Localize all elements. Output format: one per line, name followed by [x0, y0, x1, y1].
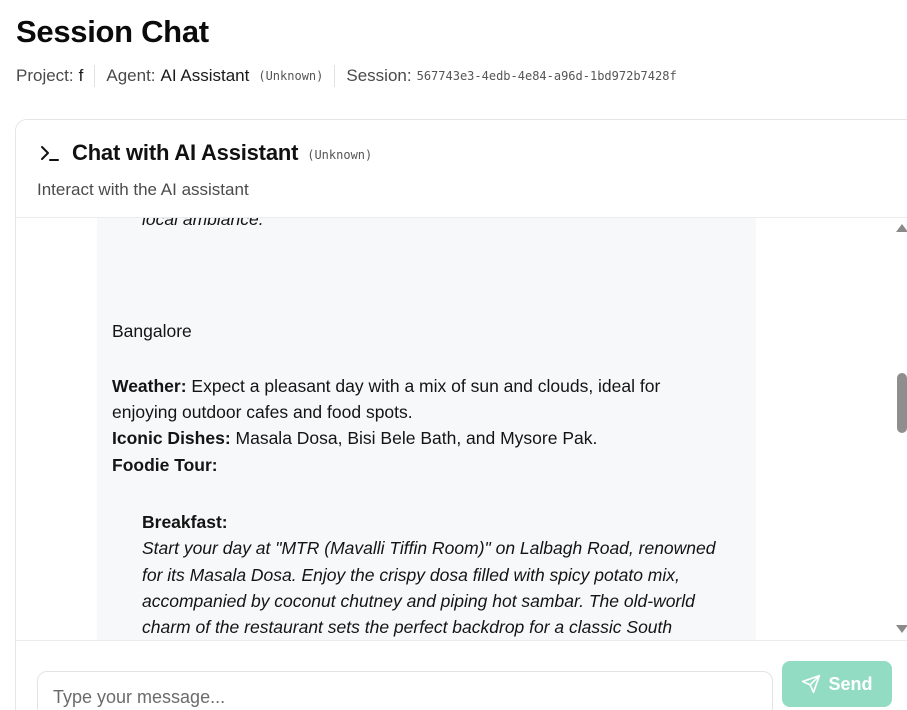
agent-label: Agent: — [106, 66, 156, 85]
meta-divider — [334, 65, 336, 87]
chat-title-row: Chat with AI Assistant (Unknown) — [38, 140, 372, 166]
chat-title: Chat with AI Assistant — [72, 140, 299, 165]
message-city: Bangalore — [112, 321, 192, 341]
message-breakfast-label: Breakfast: — [142, 509, 228, 535]
weather-label: Weather: — [112, 376, 187, 396]
agent-type-tag: (Unknown) — [258, 69, 324, 83]
message-tour-label: Foodie Tour: — [112, 452, 218, 478]
terminal-icon — [41, 146, 59, 161]
message-scrollbar[interactable] — [894, 218, 907, 640]
session-label: Session: — [346, 66, 412, 85]
project-info: Project: f — [16, 64, 83, 88]
project-value: f — [78, 66, 84, 85]
message-breakfast-line: accompanied by coconut chutney and pipin… — [142, 591, 695, 611]
message-list[interactable]: local ambiance. Bangalore Weather: Expec… — [16, 218, 907, 640]
message-text: local ambiance. — [142, 218, 264, 229]
agent-value: AI Assistant — [160, 66, 250, 85]
send-label: Send — [828, 673, 873, 694]
message-input[interactable] — [37, 671, 773, 710]
chevron-up-icon[interactable] — [896, 224, 907, 232]
weather-text: Expect a pleasant day with a mix of sun … — [186, 376, 661, 396]
message-weather: Weather: Expect a pleasant day with a mi… — [112, 373, 660, 399]
chat-subtitle: Interact with the AI assistant — [37, 180, 249, 199]
chevron-down-icon[interactable] — [896, 625, 907, 633]
message-weather-cont: enjoying outdoor cafes and food spots. — [112, 402, 413, 422]
message-dishes: Iconic Dishes: Masala Dosa, Bisi Bele Ba… — [112, 425, 597, 451]
message-breakfast-line: Start your day at "MTR (Mavalli Tiffin R… — [142, 538, 716, 558]
session-info: Session: 567743e3-4edb-4e84-a96d-1bd972b… — [346, 64, 676, 88]
project-label: Project: — [16, 66, 74, 85]
tour-label: Foodie Tour: — [112, 455, 218, 475]
send-icon — [802, 674, 821, 694]
assistant-message: local ambiance. Bangalore Weather: Expec… — [97, 218, 756, 640]
chat-header: Chat with AI Assistant (Unknown) Interac… — [16, 120, 907, 218]
message-composer: Send — [16, 640, 907, 710]
session-id: 567743e3-4edb-4e84-a96d-1bd972b7428f — [416, 69, 677, 83]
session-meta: Project: f Agent: AI Assistant (Unknown)… — [16, 64, 677, 88]
dishes-label: Iconic Dishes: — [112, 428, 231, 448]
agent-info: Agent: AI Assistant (Unknown) — [106, 64, 323, 88]
breakfast-label: Breakfast: — [142, 512, 228, 532]
agent-type-tag: (Unknown) — [307, 148, 373, 162]
chat-card: Chat with AI Assistant (Unknown) Interac… — [15, 119, 907, 710]
page-title: Session Chat — [16, 14, 209, 49]
message-breakfast-line: charm of the restaurant sets the perfect… — [142, 617, 673, 637]
message-breakfast-line: for its Masala Dosa. Enjoy the crispy do… — [142, 565, 680, 585]
send-button[interactable]: Send — [782, 661, 892, 707]
meta-divider — [94, 65, 96, 87]
scrollbar-thumb[interactable] — [897, 373, 907, 433]
dishes-text: Masala Dosa, Bisi Bele Bath, and Mysore … — [230, 428, 598, 448]
